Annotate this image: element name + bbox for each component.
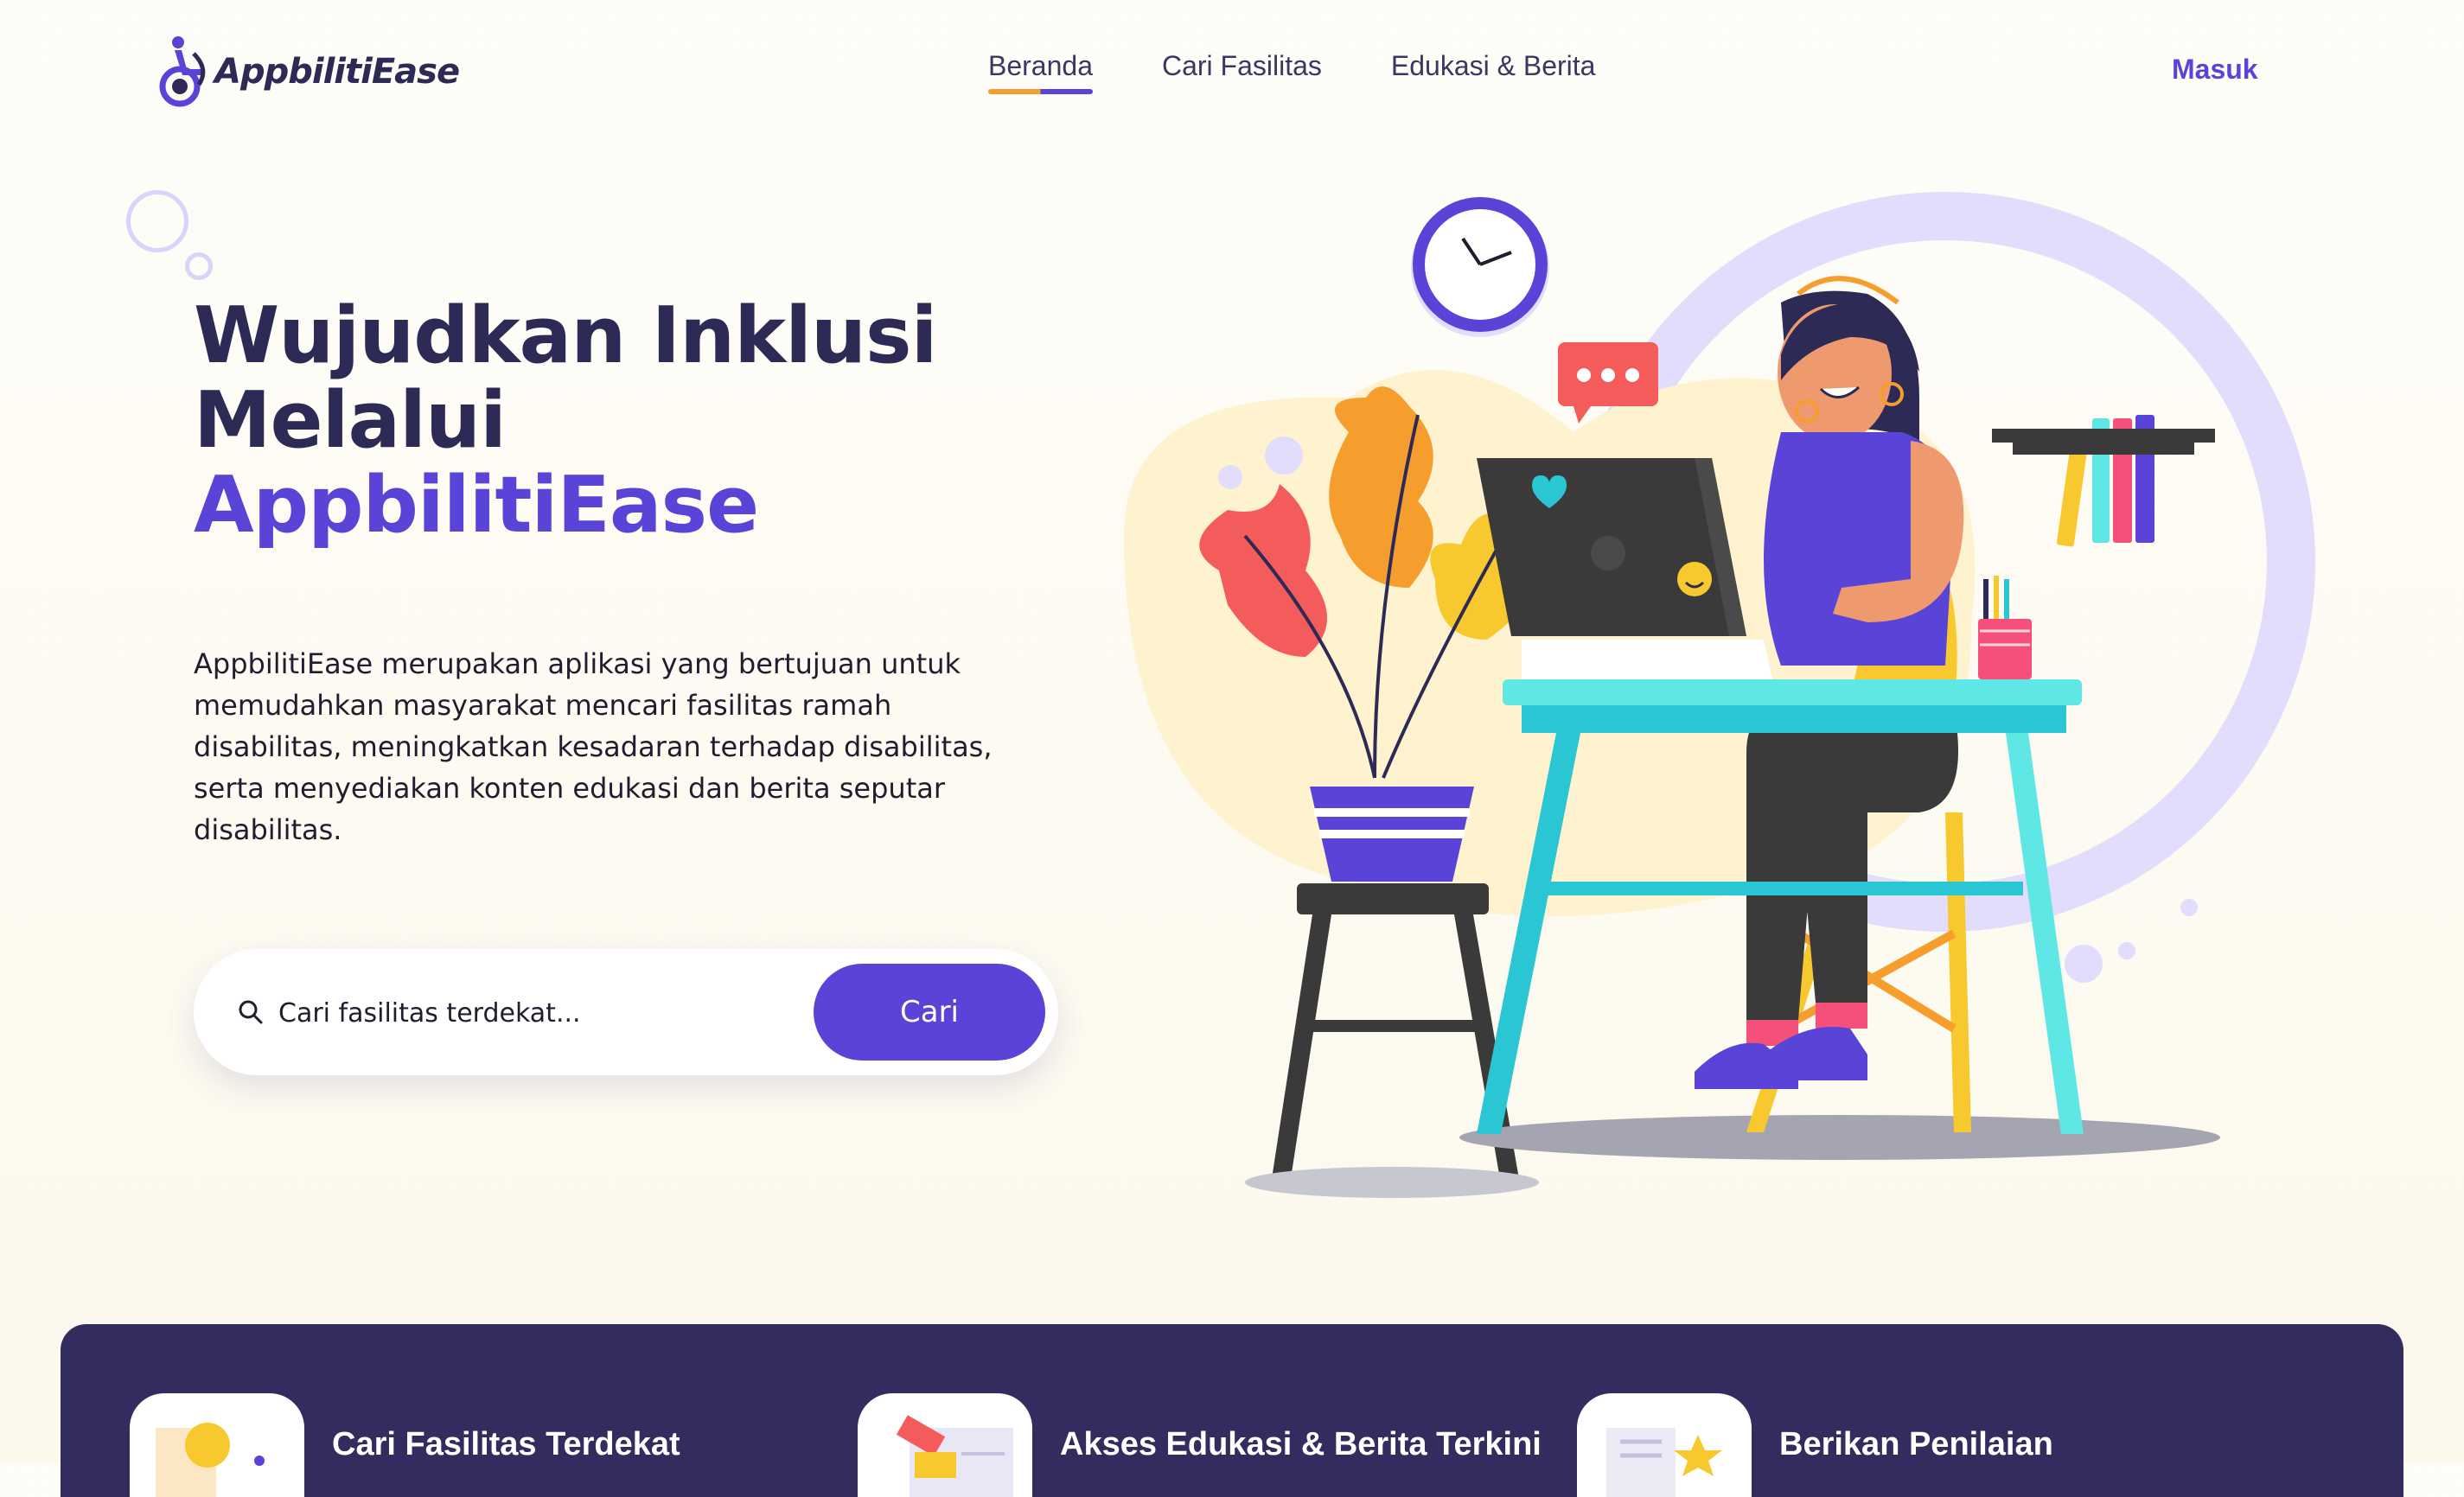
- desk-shadow: [1459, 1115, 2220, 1160]
- feature-label: Cari Fasilitas Terdekat: [332, 1426, 680, 1462]
- feature-label: Berikan Penilaian: [1779, 1426, 2053, 1462]
- logo[interactable]: AppbilitiEase: [156, 35, 460, 109]
- feature-card-cari-fasilitas[interactable]: Cari Fasilitas Terdekat: [130, 1393, 680, 1497]
- location-lightbulb-icon: [130, 1393, 304, 1497]
- nav-cari-fasilitas[interactable]: Cari Fasilitas: [1162, 50, 1322, 82]
- nav-edukasi-berita[interactable]: Edukasi & Berita: [1391, 50, 1596, 82]
- hero-illustration: [1124, 192, 2315, 1198]
- login-link[interactable]: Masuk: [2172, 54, 2258, 86]
- search-button[interactable]: Cari: [814, 964, 1045, 1061]
- wheelchair-logo-icon: [159, 36, 206, 107]
- hero-title-line-2: Melalui: [194, 375, 507, 466]
- feature-card-edukasi-berita[interactable]: Akses Edukasi & Berita Terkini: [858, 1393, 1542, 1497]
- features-section: Cari Fasilitas Terdekat Akses Edukasi & …: [61, 1324, 2403, 1497]
- pencil-cup: [1978, 576, 2032, 679]
- feature-card-penilaian[interactable]: Berikan Penilaian: [1577, 1393, 2053, 1497]
- search-icon: [239, 1000, 263, 1024]
- feature-label: Akses Edukasi & Berita Terkini: [1060, 1426, 1542, 1462]
- nav-beranda[interactable]: Beranda: [988, 50, 1093, 94]
- decorative-ring-small: [185, 252, 213, 280]
- rating-star-icon: [1577, 1393, 1752, 1497]
- decorative-ring-large: [126, 190, 188, 252]
- search-bar: Cari: [194, 949, 1058, 1075]
- bookshelf: [1992, 415, 2215, 547]
- logo-text: AppbilitiEase: [214, 52, 460, 92]
- hero-description: AppbilitiEase merupakan aplikasi yang be…: [194, 647, 993, 846]
- hero-title-brand: AppbilitiEase: [194, 460, 759, 551]
- wall-clock-icon: [1411, 197, 1549, 337]
- hero-title-line-1: Wujudkan Inklusi: [194, 290, 937, 381]
- news-book-icon: [858, 1393, 1032, 1497]
- main-nav: Beranda Cari Fasilitas Edukasi & Berita: [988, 50, 1596, 94]
- hero-title: Wujudkan Inklusi Melalui AppbilitiEase: [194, 290, 937, 551]
- smiley-sticker-icon: [1677, 562, 1712, 596]
